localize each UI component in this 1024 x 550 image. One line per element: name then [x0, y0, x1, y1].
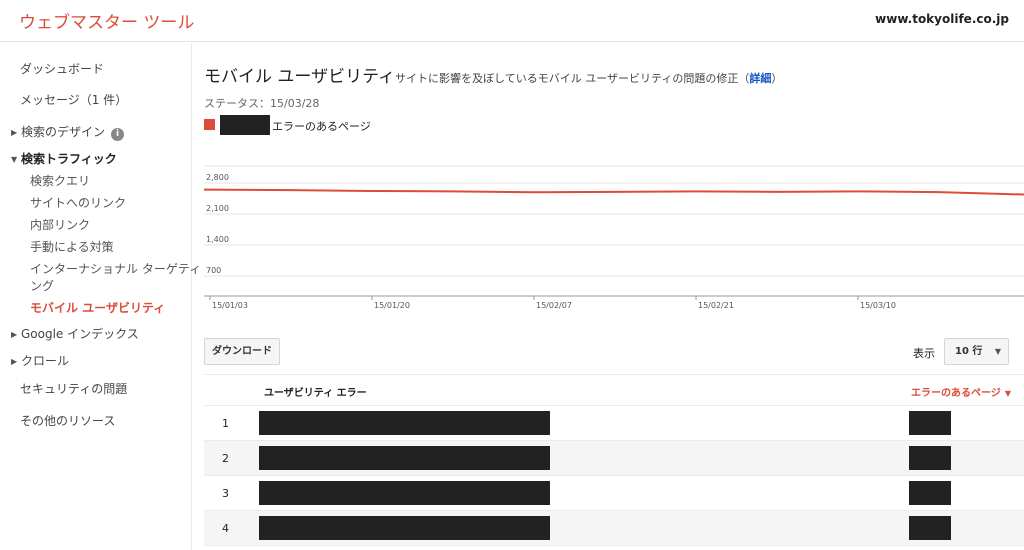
page-description: サイトに影響を及ぼしているモバイル ユーザービリティの問題の修正（ — [395, 72, 750, 85]
sidebar-item-internal-links[interactable]: 内部リンク — [30, 216, 90, 233]
sidebar-item-label: クロール — [21, 354, 70, 368]
rows-per-page-select[interactable]: 10 行 ▼ — [944, 338, 1009, 365]
chevron-down-icon: ▼ — [994, 347, 1001, 356]
redacted-block — [259, 446, 550, 470]
x-tick-label: 15/02/21 — [698, 301, 734, 310]
caret-right-icon: ▶ — [11, 128, 18, 137]
redacted-block — [909, 446, 951, 470]
sidebar-item-crawl[interactable]: ▶ クロール — [11, 352, 69, 369]
table-row[interactable]: 3 — [204, 476, 1024, 511]
sidebar-item-messages[interactable]: メッセージ（1 件） — [20, 91, 127, 108]
row-number: 4 — [222, 522, 229, 535]
sidebar-item-search-queries[interactable]: 検索クエリ — [30, 172, 90, 189]
sort-desc-icon: ▼ — [1004, 389, 1011, 398]
sidebar-item-mobile-usability[interactable]: モバイル ユーザビリティ — [30, 299, 165, 316]
redacted-block — [909, 516, 951, 540]
sidebar: ダッシュボード メッセージ（1 件） ▶ 検索のデザイン i ▼ 検索トラフィック 検… — [0, 43, 201, 550]
usability-errors-table: ユーザビリティ エラー エラーのあるページ ▼ 1 2 3 4 — [204, 374, 1024, 546]
sidebar-item-search-traffic[interactable]: ▼ 検索トラフィック — [11, 150, 117, 167]
redacted-block — [259, 516, 550, 540]
column-header-pages-label: エラーのあるページ — [911, 388, 1001, 399]
legend-swatch — [204, 119, 215, 130]
y-tick-label: 2,100 — [206, 204, 229, 213]
status-text: ステータス：15/03/28 — [204, 97, 320, 110]
x-tick-label: 15/02/07 — [536, 301, 572, 310]
sidebar-item-manual-actions[interactable]: 手動による対策 — [30, 238, 114, 255]
x-tick-label: 15/03/10 — [860, 301, 896, 310]
y-tick-label: 2,800 — [206, 173, 229, 182]
app-title[interactable]: ウェブマスター ツール — [19, 8, 194, 33]
sidebar-item-google-index[interactable]: ▶ Google インデックス — [11, 325, 139, 342]
redacted-block — [259, 481, 550, 505]
sidebar-item-links-to-site[interactable]: サイトへのリンク — [30, 194, 126, 211]
table-row[interactable]: 2 — [204, 441, 1024, 476]
column-header-pages[interactable]: エラーのあるページ ▼ — [911, 384, 1011, 399]
caret-right-icon: ▶ — [11, 330, 18, 339]
page-title: モバイル ユーザビリティサイトに影響を及ぼしているモバイル ユーザービリティの問… — [204, 62, 782, 87]
site-url[interactable]: www.tokyolife.co.jp — [875, 12, 1009, 26]
caret-right-icon: ▶ — [11, 357, 18, 366]
sidebar-item-search-appearance[interactable]: ▶ 検索のデザイン i — [11, 123, 125, 141]
sidebar-item-international-targeting-cont[interactable]: ング — [30, 277, 54, 294]
column-header-error[interactable]: ユーザビリティ エラー — [264, 384, 367, 399]
page-description-close: ） — [771, 72, 783, 85]
sidebar-item-international-targeting[interactable]: インターナショナル ターゲティ — [30, 260, 201, 277]
line-chart: 2,800 2,100 1,400 700 15/01/03 15/01/20 15/02/… — [204, 165, 1024, 310]
legend-label: エラーのあるページ — [272, 120, 371, 133]
row-number: 1 — [222, 417, 229, 430]
show-label: 表示 — [913, 347, 935, 360]
y-tick-label: 700 — [206, 266, 221, 275]
sidebar-item-other-resources[interactable]: その他のリソース — [20, 412, 115, 429]
x-tick-label: 15/01/20 — [374, 301, 410, 310]
redacted-block — [220, 115, 270, 135]
table-header: ユーザビリティ エラー エラーのあるページ ▼ — [204, 374, 1024, 406]
table-row[interactable]: 1 — [204, 406, 1024, 441]
sidebar-item-dashboard[interactable]: ダッシュボード — [20, 60, 104, 77]
sidebar-item-label: 検索トラフィック — [21, 152, 117, 166]
redacted-block — [909, 481, 951, 505]
sidebar-item-label: Google インデックス — [21, 327, 139, 341]
page-title-text: モバイル ユーザビリティ — [204, 67, 396, 87]
caret-down-icon: ▼ — [11, 155, 18, 164]
y-tick-label: 1,400 — [206, 235, 229, 244]
details-link[interactable]: 詳細 — [749, 72, 771, 85]
series-line — [204, 188, 1024, 196]
row-number: 3 — [222, 487, 229, 500]
table-row[interactable]: 4 — [204, 511, 1024, 546]
rows-per-page-value: 10 行 — [955, 346, 983, 357]
row-number: 2 — [222, 452, 229, 465]
download-button[interactable]: ダウンロード — [204, 338, 280, 365]
redacted-block — [909, 411, 951, 435]
info-icon[interactable]: i — [111, 128, 125, 141]
sidebar-item-security-issues[interactable]: セキュリティの問題 — [20, 380, 127, 397]
sidebar-item-label: 検索のデザイン — [21, 125, 106, 139]
x-tick-label: 15/01/03 — [212, 301, 248, 310]
redacted-block — [259, 411, 550, 435]
top-header: ウェブマスター ツール www.tokyolife.co.jp — [0, 0, 1024, 42]
